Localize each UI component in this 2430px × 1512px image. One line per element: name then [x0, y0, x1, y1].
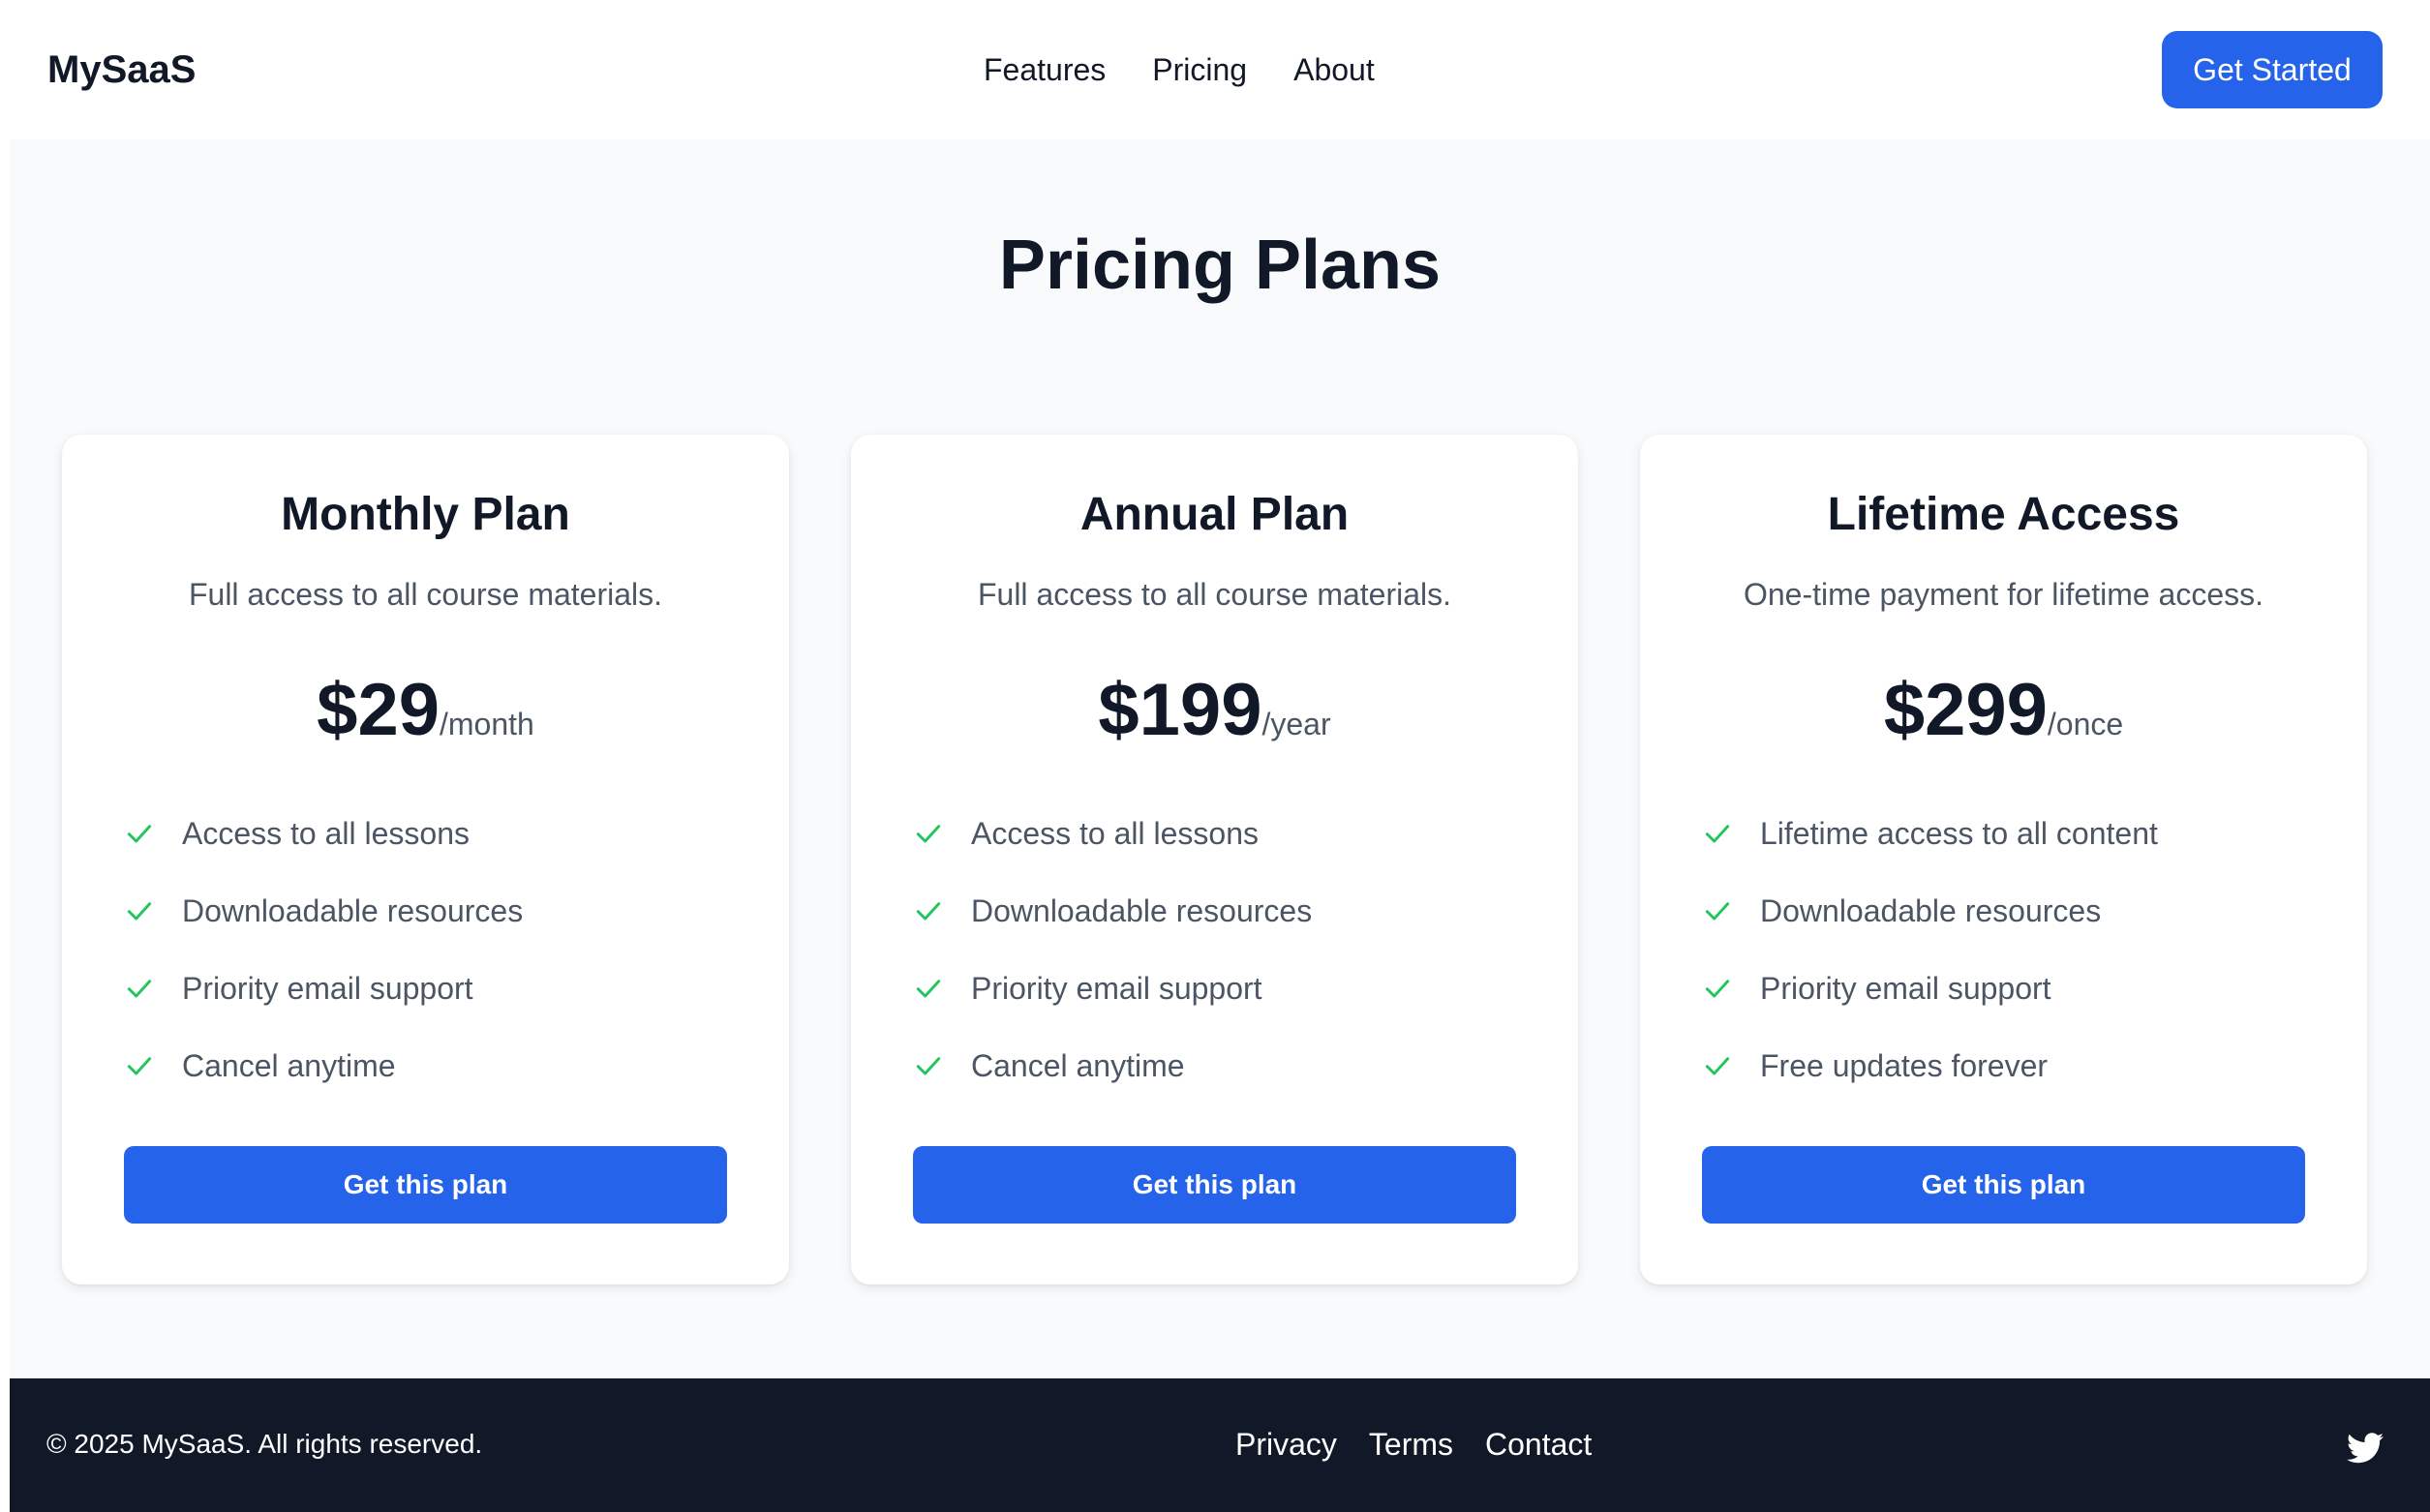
feature-text: Downloadable resources: [1760, 893, 2102, 928]
check-icon: [124, 895, 155, 926]
check-icon: [1702, 1050, 1733, 1081]
logo[interactable]: MySaaS: [47, 43, 196, 97]
feature-item: Access to all lessons: [913, 795, 1312, 872]
feature-text: Free updates forever: [1760, 1048, 2049, 1083]
page-title: Pricing Plans: [998, 227, 1442, 304]
feature-text: Access to all lessons: [971, 816, 1260, 851]
check-icon: [913, 895, 944, 926]
price-period: /once: [2047, 707, 2124, 741]
nav-pricing[interactable]: Pricing: [1152, 43, 1247, 97]
plan-description: Full access to all course materials.: [977, 577, 1452, 612]
feature-item: Access to all lessons: [124, 795, 523, 872]
plan-description: One-time payment for lifetime access.: [1743, 577, 2264, 612]
price-amount: $29: [317, 669, 440, 751]
feature-item: Cancel anytime: [124, 1027, 523, 1104]
feature-text: Cancel anytime: [182, 1048, 396, 1083]
pricing-section: Pricing Plans Monthly Plan Full access t…: [10, 139, 2430, 1378]
price-amount: $299: [1883, 669, 2048, 751]
price-period: /year: [1261, 707, 1331, 741]
feature-item: Lifetime access to all content: [1702, 795, 2158, 872]
check-icon: [1702, 895, 1733, 926]
feature-list: Access to all lessons Downloadable resou…: [913, 795, 1312, 1104]
plan-description: Full access to all course materials.: [188, 577, 663, 612]
copyright: © 2025 MySaaS. All rights reserved.: [46, 1429, 483, 1459]
plan-name: Annual Plan: [1079, 489, 1350, 540]
footer-link-terms[interactable]: Terms: [1369, 1423, 1453, 1466]
feature-text: Downloadable resources: [971, 893, 1313, 928]
feature-text: Lifetime access to all content: [1760, 816, 2158, 851]
main-nav: Features Pricing About: [984, 43, 1375, 97]
footer-link-privacy[interactable]: Privacy: [1235, 1423, 1337, 1466]
feature-list: Lifetime access to all content Downloada…: [1702, 795, 2158, 1104]
feature-text: Priority email support: [971, 971, 1262, 1006]
price-period: /month: [439, 707, 534, 741]
check-icon: [913, 818, 944, 849]
feature-text: Downloadable resources: [182, 893, 524, 928]
feature-text: Cancel anytime: [971, 1048, 1185, 1083]
price-amount: $199: [1098, 669, 1262, 751]
plan-card-monthly: Monthly Plan Full access to all course m…: [62, 435, 789, 1285]
feature-item: Cancel anytime: [913, 1027, 1312, 1104]
get-plan-button-lifetime[interactable]: Get this plan: [1702, 1146, 2305, 1224]
feature-list: Access to all lessons Downloadable resou…: [124, 795, 523, 1104]
feature-item: Downloadable resources: [1702, 872, 2158, 950]
feature-text: Priority email support: [1760, 971, 2051, 1006]
feature-item: Priority email support: [913, 950, 1312, 1027]
check-icon: [913, 1050, 944, 1081]
feature-text: Priority email support: [182, 971, 473, 1006]
get-plan-button-annual[interactable]: Get this plan: [913, 1146, 1516, 1224]
check-icon: [124, 973, 155, 1004]
plan-card-annual: Annual Plan Full access to all course ma…: [851, 435, 1578, 1285]
check-icon: [1702, 973, 1733, 1004]
plan-name: Lifetime Access: [1827, 489, 2180, 540]
get-plan-button-monthly[interactable]: Get this plan: [124, 1146, 727, 1224]
footer-links: Privacy Terms Contact: [1235, 1423, 1592, 1466]
feature-item: Priority email support: [1702, 950, 2158, 1027]
feature-item: Priority email support: [124, 950, 523, 1027]
nav-about[interactable]: About: [1293, 43, 1375, 97]
check-icon: [1702, 818, 1733, 849]
feature-item: Downloadable resources: [913, 872, 1312, 950]
plan-price: $299/once: [1640, 667, 2367, 774]
site-header: MySaaS Features Pricing About Get Starte…: [0, 0, 2430, 139]
site-footer: © 2025 MySaaS. All rights reserved. Priv…: [10, 1378, 2430, 1512]
check-icon: [913, 973, 944, 1004]
plan-price: $29/month: [62, 667, 789, 774]
footer-link-contact[interactable]: Contact: [1485, 1423, 1592, 1466]
check-icon: [124, 818, 155, 849]
feature-item: Free updates forever: [1702, 1027, 2158, 1104]
check-icon: [124, 1050, 155, 1081]
plan-name: Monthly Plan: [281, 489, 570, 540]
feature-item: Downloadable resources: [124, 872, 523, 950]
get-started-button[interactable]: Get Started: [2162, 31, 2383, 108]
nav-features[interactable]: Features: [984, 43, 1106, 97]
feature-text: Access to all lessons: [182, 816, 471, 851]
plan-price: $199/year: [851, 667, 1578, 774]
plan-card-lifetime: Lifetime Access One-time payment for lif…: [1640, 435, 2367, 1285]
twitter-icon[interactable]: [2347, 1433, 2384, 1464]
